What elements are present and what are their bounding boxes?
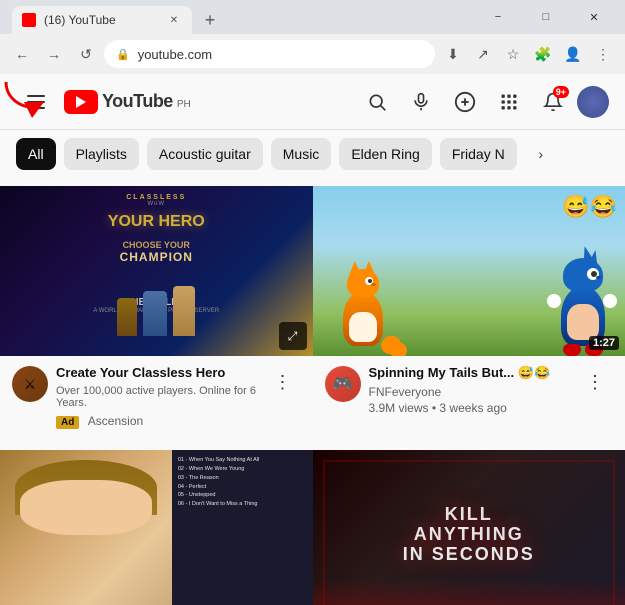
video-details-1: Create Your Classless Hero Over 100,000 …	[56, 364, 257, 430]
video-title-1: Create Your Classless Hero	[56, 364, 257, 382]
user-avatar[interactable]	[577, 86, 609, 118]
chip-playlists-label: Playlists	[76, 146, 127, 162]
tab-title: (16) YouTube	[44, 13, 158, 27]
youtube-app: YouTube PH	[0, 74, 625, 605]
youtube-logo[interactable]: YouTube PH	[64, 90, 191, 114]
video-meta-2: 3.9M views • 3 weeks ago	[369, 401, 570, 415]
share-button[interactable]: ↗	[469, 40, 497, 68]
notification-count: 9+	[553, 86, 569, 98]
video-more-button-2[interactable]: ⋮	[577, 364, 613, 400]
video-more-button-1[interactable]: ⋮	[265, 364, 301, 400]
view-count-2: 3.9M views	[369, 401, 429, 415]
apps-button[interactable]	[489, 82, 529, 122]
chip-acoustic-label: Acoustic guitar	[159, 146, 251, 162]
chip-acoustic[interactable]: Acoustic guitar	[147, 138, 263, 170]
playlist-item-6: 06 - I Don't Want to Miss a Thing	[178, 500, 307, 509]
video-card-1: CLASSLESS WoW YOUR HERO CHOOSE YOUR CHAM…	[0, 178, 313, 442]
tab-close-button[interactable]: ✕	[166, 12, 182, 28]
youtube-logo-text: YouTube	[102, 91, 173, 112]
red-arrow-indicator	[0, 74, 50, 124]
secure-icon: 🔒	[116, 48, 130, 61]
chips-bar: All Playlists Acoustic guitar Music Elde…	[0, 130, 625, 178]
video-card-2: 😅😂 1:27 🎮 Spinning My Tails But... 😅😂 FN…	[313, 178, 625, 442]
chips-next-button[interactable]: ›	[525, 138, 557, 170]
playlist-item-1: 01 - When You Say Nothing At All	[178, 456, 307, 465]
youtube-country: PH	[177, 99, 191, 110]
video-card-4: KILLANYTHINGIN SECONDS	[313, 442, 625, 605]
video-description-1: Over 100,000 active players. Online for …	[56, 385, 257, 409]
browser-menu-button[interactable]: ⋮	[589, 40, 617, 68]
video-info-2: 🎮 Spinning My Tails But... 😅😂 FNFeveryon…	[313, 356, 625, 419]
browser-actions: ⬇ ↗ ☆ 🧩 👤 ⋮	[439, 40, 617, 68]
youtube-logo-icon	[64, 90, 98, 114]
ad-badge: Ad	[56, 416, 79, 429]
menu-button[interactable]	[16, 82, 56, 122]
channel-avatar-2[interactable]: 🎮	[325, 366, 361, 402]
video-details-2: Spinning My Tails But... 😅😂 FNFeveryone …	[369, 364, 570, 415]
search-icon	[367, 92, 387, 112]
header-actions: 9+	[357, 82, 609, 122]
content-area: CLASSLESS WoW YOUR HERO CHOOSE YOUR CHAM…	[0, 178, 625, 605]
chip-all[interactable]: All	[16, 138, 56, 170]
window-controls: − □ ✕	[475, 0, 617, 34]
video-info-1: ⚔ Create Your Classless Hero Over 100,00…	[0, 356, 313, 434]
bookmark-button[interactable]: ☆	[499, 40, 527, 68]
profile-button[interactable]: 👤	[559, 40, 587, 68]
title-bar: (16) YouTube ✕ + − □ ✕	[0, 0, 625, 34]
chip-playlists[interactable]: Playlists	[64, 138, 139, 170]
thumb-classless-bg: CLASSLESS WoW YOUR HERO CHOOSE YOUR CHAM…	[0, 186, 313, 356]
video-thumbnail-3[interactable]: 01 - When You Say Nothing At All 02 - Wh…	[0, 450, 313, 605]
chip-elden-ring[interactable]: Elden Ring	[339, 138, 432, 170]
upload-icon	[454, 91, 476, 113]
minimize-button[interactable]: −	[475, 0, 521, 34]
thumb-sonic-bg: 😅😂	[313, 186, 625, 356]
upload-button[interactable]	[445, 82, 485, 122]
ad-info-1: Ad Ascension	[56, 412, 257, 430]
video-thumbnail-2[interactable]: 😅😂 1:27	[313, 186, 625, 356]
reload-button[interactable]: ↺	[72, 40, 100, 68]
navigation-bar: ← → ↺ 🔒 youtube.com ⬇ ↗ ☆ 🧩 👤 ⋮	[0, 34, 625, 74]
tab-bar: (16) YouTube ✕ +	[8, 0, 471, 34]
microphone-icon	[411, 92, 431, 112]
back-button[interactable]: ←	[8, 40, 36, 68]
chip-friday-label: Friday N	[452, 146, 505, 162]
video-grid: CLASSLESS WoW YOUR HERO CHOOSE YOUR CHAM…	[0, 178, 625, 605]
youtube-header: YouTube PH	[0, 74, 625, 130]
browser-window: (16) YouTube ✕ + − □ ✕ ← → ↺ 🔒 youtube.c…	[0, 0, 625, 605]
video-thumbnail-1[interactable]: CLASSLESS WoW YOUR HERO CHOOSE YOUR CHAM…	[0, 186, 313, 356]
chip-all-label: All	[28, 146, 44, 162]
active-tab[interactable]: (16) YouTube ✕	[12, 6, 192, 34]
chip-music[interactable]: Music	[271, 138, 332, 170]
channel-name-1: Ascension	[88, 414, 143, 428]
download-button[interactable]: ⬇	[439, 40, 467, 68]
address-bar[interactable]: 🔒 youtube.com	[104, 40, 435, 68]
video-card-3: 01 - When You Say Nothing At All 02 - Wh…	[0, 442, 313, 605]
playlist-item-2: 02 - When We Were Young	[178, 465, 307, 474]
chip-friday[interactable]: Friday N	[440, 138, 517, 170]
channel-avatar-1[interactable]: ⚔	[12, 366, 48, 402]
channel-name-2: FNFeveryone	[369, 385, 570, 399]
extensions-button[interactable]: 🧩	[529, 40, 557, 68]
close-button[interactable]: ✕	[571, 0, 617, 34]
chip-elden-ring-label: Elden Ring	[351, 146, 420, 162]
voice-search-button[interactable]	[401, 82, 441, 122]
video-title-2: Spinning My Tails But... 😅😂	[369, 364, 570, 382]
playlist-item-3: 03 - The Reason	[178, 474, 307, 483]
forward-button[interactable]: →	[40, 40, 68, 68]
new-tab-button[interactable]: +	[196, 6, 224, 34]
notifications-button[interactable]: 9+	[533, 82, 573, 122]
search-button[interactable]	[357, 82, 397, 122]
maximize-button[interactable]: □	[523, 0, 569, 34]
duration-badge-2: 1:27	[589, 336, 619, 350]
expand-button[interactable]: ⤢	[279, 322, 307, 350]
chip-music-label: Music	[283, 146, 320, 162]
video-thumbnail-4[interactable]: KILLANYTHINGIN SECONDS	[313, 450, 625, 605]
apps-icon	[499, 92, 519, 112]
time-ago-2: 3 weeks ago	[439, 401, 506, 415]
address-text: youtube.com	[138, 47, 423, 62]
playlist-item-4: 04 - Perfect	[178, 483, 307, 492]
playlist-item-5: 05 - Unstepped	[178, 491, 307, 500]
tab-favicon	[22, 13, 36, 27]
